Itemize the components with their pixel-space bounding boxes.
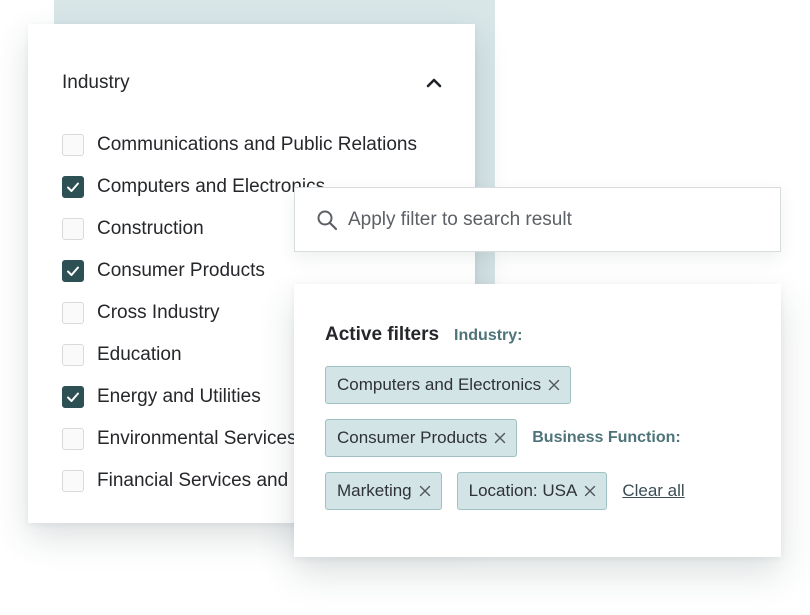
filter-illustration: Industry Communications and Public Relat…: [0, 0, 810, 615]
industry-panel-header[interactable]: Industry: [62, 72, 443, 94]
industry-option-label: Communications and Public Relations: [97, 134, 417, 155]
chip-label: Location: USA: [468, 481, 578, 500]
chip-label: Computers and Electronics: [337, 375, 542, 394]
industry-option-label: Environmental Services: [97, 428, 297, 449]
active-filters-card: Active filters Industry: Computers and E…: [294, 284, 781, 557]
close-icon[interactable]: [548, 379, 560, 391]
close-icon[interactable]: [419, 485, 431, 497]
check-icon: [67, 392, 79, 402]
filter-chip-location[interactable]: Location: USA: [456, 472, 608, 510]
filter-chip-consumer[interactable]: Consumer Products: [325, 419, 518, 457]
chip-row: Computers and Electronics: [325, 366, 586, 404]
chip-label: Consumer Products: [337, 428, 488, 447]
filter-chip-computers[interactable]: Computers and Electronics: [325, 366, 572, 404]
close-icon[interactable]: [584, 485, 596, 497]
checkbox[interactable]: [62, 302, 84, 324]
checkbox[interactable]: [62, 218, 84, 240]
search-icon: [317, 210, 338, 230]
chip-row: Consumer Products Business Function:: [325, 419, 681, 457]
industry-option-label: Energy and Utilities: [97, 386, 261, 407]
checkbox[interactable]: [62, 470, 84, 492]
chevron-up-icon[interactable]: [425, 74, 443, 92]
close-icon[interactable]: [494, 432, 506, 444]
active-filters-heading: Active filters Industry:: [325, 324, 523, 346]
checkbox[interactable]: [62, 344, 84, 366]
industry-option-label: Education: [97, 344, 182, 365]
check-icon: [67, 182, 79, 192]
chip-row: Marketing Location: USA Clear all: [325, 472, 685, 510]
business-function-group-label: Business Function:: [532, 429, 681, 446]
checkbox[interactable]: [62, 134, 84, 156]
checkbox[interactable]: [62, 386, 84, 408]
active-filters-title: Active filters: [325, 324, 440, 345]
clear-all-link[interactable]: Clear all: [622, 481, 684, 501]
industry-option-label: Cross Industry: [97, 302, 220, 323]
checkbox[interactable]: [62, 428, 84, 450]
industry-panel-title: Industry: [62, 72, 130, 93]
checkbox[interactable]: [62, 260, 84, 282]
search-input[interactable]: [348, 208, 768, 231]
industry-option-label: Computers and Electronics: [97, 176, 326, 197]
filter-chip-marketing[interactable]: Marketing: [325, 472, 442, 510]
check-icon: [67, 266, 79, 276]
industry-option-label: Consumer Products: [97, 260, 265, 281]
search-box: [294, 187, 781, 252]
industry-option-label: Construction: [97, 218, 204, 239]
checkbox[interactable]: [62, 176, 84, 198]
industry-option[interactable]: Communications and Public Relations: [62, 124, 475, 166]
chip-label: Marketing: [337, 481, 412, 500]
industry-group-label: Industry:: [454, 327, 523, 344]
